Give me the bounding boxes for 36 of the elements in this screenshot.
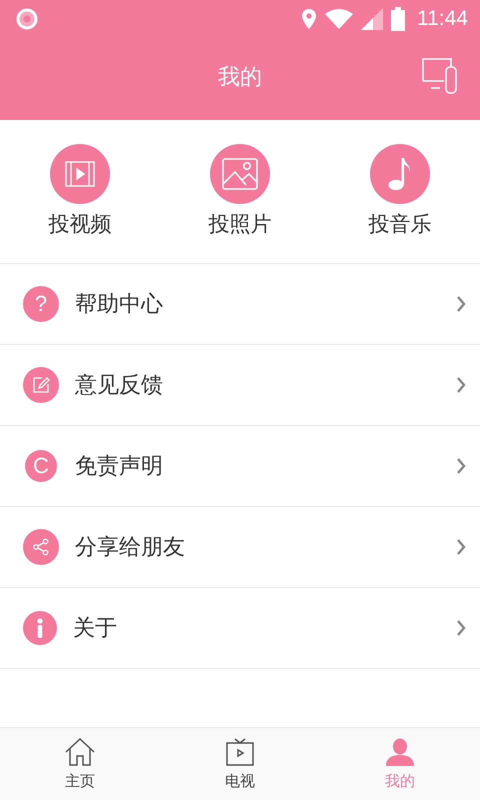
menu-icon: ?	[23, 286, 59, 322]
chevron-icon	[456, 457, 466, 475]
menu-item[interactable]: 关于	[0, 588, 480, 669]
tv-icon	[226, 738, 254, 766]
menu-label: 意见反馈	[75, 372, 164, 400]
status-time: 11:44	[417, 7, 468, 31]
chevron-icon	[456, 619, 466, 637]
menu-label: 免责声明	[75, 453, 164, 481]
person-icon	[386, 738, 414, 766]
chevron-icon	[456, 376, 466, 394]
battery-icon	[391, 7, 405, 31]
chevron-icon	[456, 295, 466, 313]
action-label[interactable]: 投视频	[48, 210, 112, 238]
info-icon	[23, 611, 57, 645]
edit-icon	[23, 367, 59, 403]
tab[interactable]: 主页	[0, 728, 160, 800]
wifi-icon	[325, 8, 353, 30]
devices-icon[interactable]	[422, 58, 458, 94]
menu-item[interactable]: 分享给朋友	[0, 507, 480, 588]
menu-label: 关于	[73, 615, 118, 643]
menu-icon: C	[25, 450, 57, 482]
signal-icon	[361, 8, 383, 30]
menu-item[interactable]: C 免责声明	[0, 426, 480, 507]
share-icon	[23, 529, 59, 565]
action-label[interactable]: 投音乐	[368, 210, 432, 238]
menu-item[interactable]: 意见反馈	[0, 345, 480, 426]
menu-item[interactable]: ? 帮助中心	[0, 264, 480, 345]
action-label[interactable]: 投照片	[208, 210, 272, 238]
menu-label: 分享给朋友	[75, 534, 186, 562]
location-icon	[301, 8, 317, 30]
home-icon	[65, 738, 95, 766]
chevron-icon	[456, 538, 466, 556]
page-title: 我的	[218, 64, 262, 92]
tab[interactable]: 电视	[160, 728, 320, 800]
menu-label: 帮助中心	[75, 291, 164, 319]
notification-icon	[16, 8, 38, 30]
